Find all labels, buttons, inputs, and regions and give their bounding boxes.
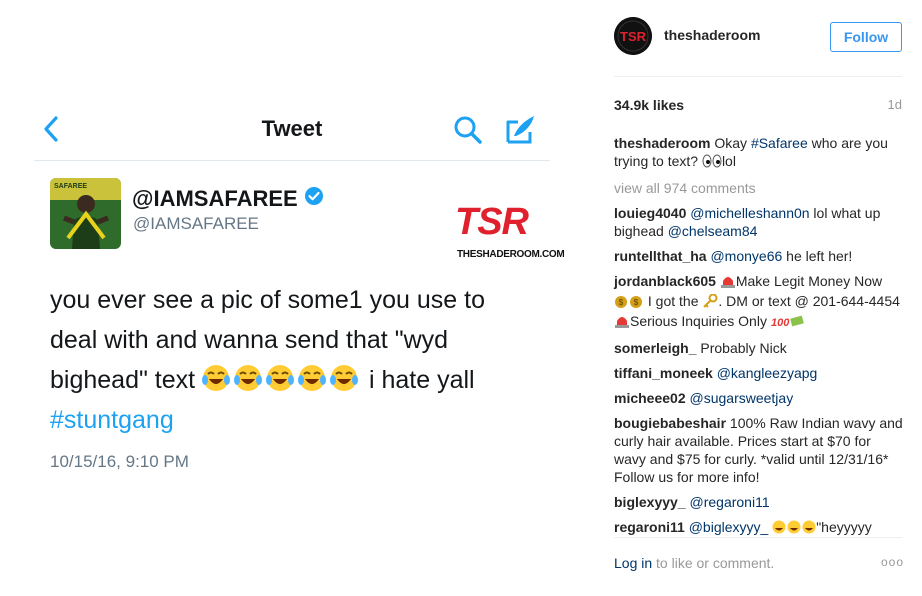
tweet-timestamp: 10/15/16, 9:10 PM <box>50 452 189 471</box>
follow-button[interactable]: Follow <box>830 22 902 52</box>
comments-divider <box>614 537 902 538</box>
svg-text:TSR: TSR <box>620 29 647 44</box>
tweet-handle: @IAMSAFAREE <box>133 214 259 233</box>
crying-laughing-emoji-row <box>202 364 362 392</box>
comment-username[interactable]: jordanblack605 <box>614 273 716 289</box>
comment-item: tiffani_moneek @kangleezyapg <box>614 364 906 382</box>
emoji-1 <box>202 365 231 391</box>
caption-username[interactable]: theshaderoom <box>614 135 710 151</box>
search-icon <box>452 114 484 151</box>
svg-text:$: $ <box>634 298 639 307</box>
login-prompt: Log in to like or comment. <box>614 555 774 571</box>
comment-mention[interactable]: @regaroni11 <box>690 494 770 510</box>
comment-text: Probably Nick <box>696 340 787 356</box>
post-header: TSR theshaderoom Follow <box>614 15 904 61</box>
comment-text: I got the <box>644 293 703 309</box>
comment-mention[interactable]: @monye66 <box>710 248 782 264</box>
comment-username[interactable]: louieg4040 <box>614 205 686 221</box>
comment-item: micheee02 @sugarsweetjay <box>614 389 906 407</box>
verified-badge-icon <box>304 186 324 212</box>
view-all-comments-link[interactable]: view all 974 comments <box>614 179 906 197</box>
comment-item: biglexyyy_ @regaroni11 <box>614 493 906 511</box>
comment-username[interactable]: regaroni11 <box>614 519 685 535</box>
key-emoji-icon <box>702 293 718 312</box>
svg-text:SAFAREE: SAFAREE <box>54 183 87 190</box>
caption-text-end: lol <box>721 153 736 169</box>
comment-item: louieg4040 @michelleshann0n lol what up … <box>614 204 906 240</box>
comment-mention[interactable]: @biglexyyy_ <box>689 519 769 535</box>
comment-text: Make Legit Money Now <box>735 273 883 289</box>
siren-emoji-icon <box>720 274 736 292</box>
comment-item: runtellthat_ha @monye66 he left her! <box>614 247 906 265</box>
tweet-hashtag[interactable]: #stuntgang <box>50 406 174 434</box>
tweet-display-name-text: @IAMSAFAREE <box>132 186 298 211</box>
tweet-avatar: SAFAREE <box>50 178 121 249</box>
comment-text: "heyyyyy <box>816 519 872 535</box>
caption-hashtag[interactable]: #Safaree <box>751 135 808 151</box>
tsr-logo-subtext: THESHADEROOM.COM <box>457 249 565 260</box>
comment-mention[interactable]: @michelleshann0n <box>690 205 809 221</box>
comment-username[interactable]: runtellthat_ha <box>614 248 707 264</box>
compose-icon <box>504 112 538 151</box>
comment-username[interactable]: micheee02 <box>614 390 686 406</box>
comment-text: . DM or text @ 201-644-4454 <box>718 293 900 309</box>
comment-username[interactable]: biglexyyy_ <box>614 494 686 510</box>
tsr-watermark-logo: TSR THESHADEROOM.COM <box>455 201 565 263</box>
comment-mention[interactable]: @kangleezyapg <box>717 365 818 381</box>
comment-item: somerleigh_ Probably Nick <box>614 339 906 357</box>
tsr-logo-text: TSR <box>455 201 529 243</box>
comment-item: jordanblack605 Make Legit Money Now $ $ I… <box>614 272 906 332</box>
money-bag-emoji-icon: $ $ <box>614 293 644 312</box>
post-age[interactable]: 1d <box>888 97 902 112</box>
comment-item: regaroni11 @biglexyyy_ "heyyyyy <box>614 518 906 538</box>
caption-text-before: Okay <box>710 135 751 151</box>
tweet-body: you ever see a pic of some1 you use to d… <box>50 280 530 440</box>
hundred-money-emoji-icon: 100 <box>771 314 805 332</box>
instagram-sidebar: TSR theshaderoom Follow 34.9k likes 1d t… <box>598 0 922 596</box>
comment-username[interactable]: bougiebabeshair <box>614 415 726 431</box>
more-options-icon[interactable]: ooo <box>881 555 904 569</box>
tweet-display-name: @IAMSAFAREE <box>132 186 324 212</box>
comment-username[interactable]: tiffani_moneek <box>614 365 713 381</box>
profile-avatar[interactable]: TSR <box>614 17 652 55</box>
crying-laughing-emoji-icon <box>772 520 816 538</box>
header-divider <box>614 76 902 77</box>
profile-username[interactable]: theshaderoom <box>664 27 760 43</box>
caption: theshaderoom Okay #Safaree who are you t… <box>614 134 906 172</box>
login-prompt-text: to like or comment. <box>652 555 775 571</box>
siren-emoji-icon <box>614 314 630 332</box>
comment-mention[interactable]: @chelseam84 <box>668 223 758 239</box>
likes-count[interactable]: 34.9k likes <box>614 97 684 113</box>
comment-username[interactable]: somerleigh_ <box>614 340 696 356</box>
svg-text:100: 100 <box>771 317 790 328</box>
eyes-emoji-icon <box>702 154 722 172</box>
login-link[interactable]: Log in <box>614 555 652 571</box>
comment-text: Serious Inquiries Only <box>630 313 771 329</box>
comment-text: he left her! <box>782 248 853 264</box>
post-image: Tweet SAFAREE @IAMSAFAREE @IAMSAFAREE TS… <box>0 0 598 596</box>
comment-item: bougiebabeshair 100% Raw Indian wavy and… <box>614 414 906 486</box>
tweet-body-after: i hate yall <box>369 366 475 394</box>
comment-list: theshaderoom Okay #Safaree who are you t… <box>614 134 906 545</box>
svg-text:$: $ <box>619 298 624 307</box>
comment-mention[interactable]: @sugarsweetjay <box>690 390 794 406</box>
tweet-header: Tweet <box>34 104 550 161</box>
